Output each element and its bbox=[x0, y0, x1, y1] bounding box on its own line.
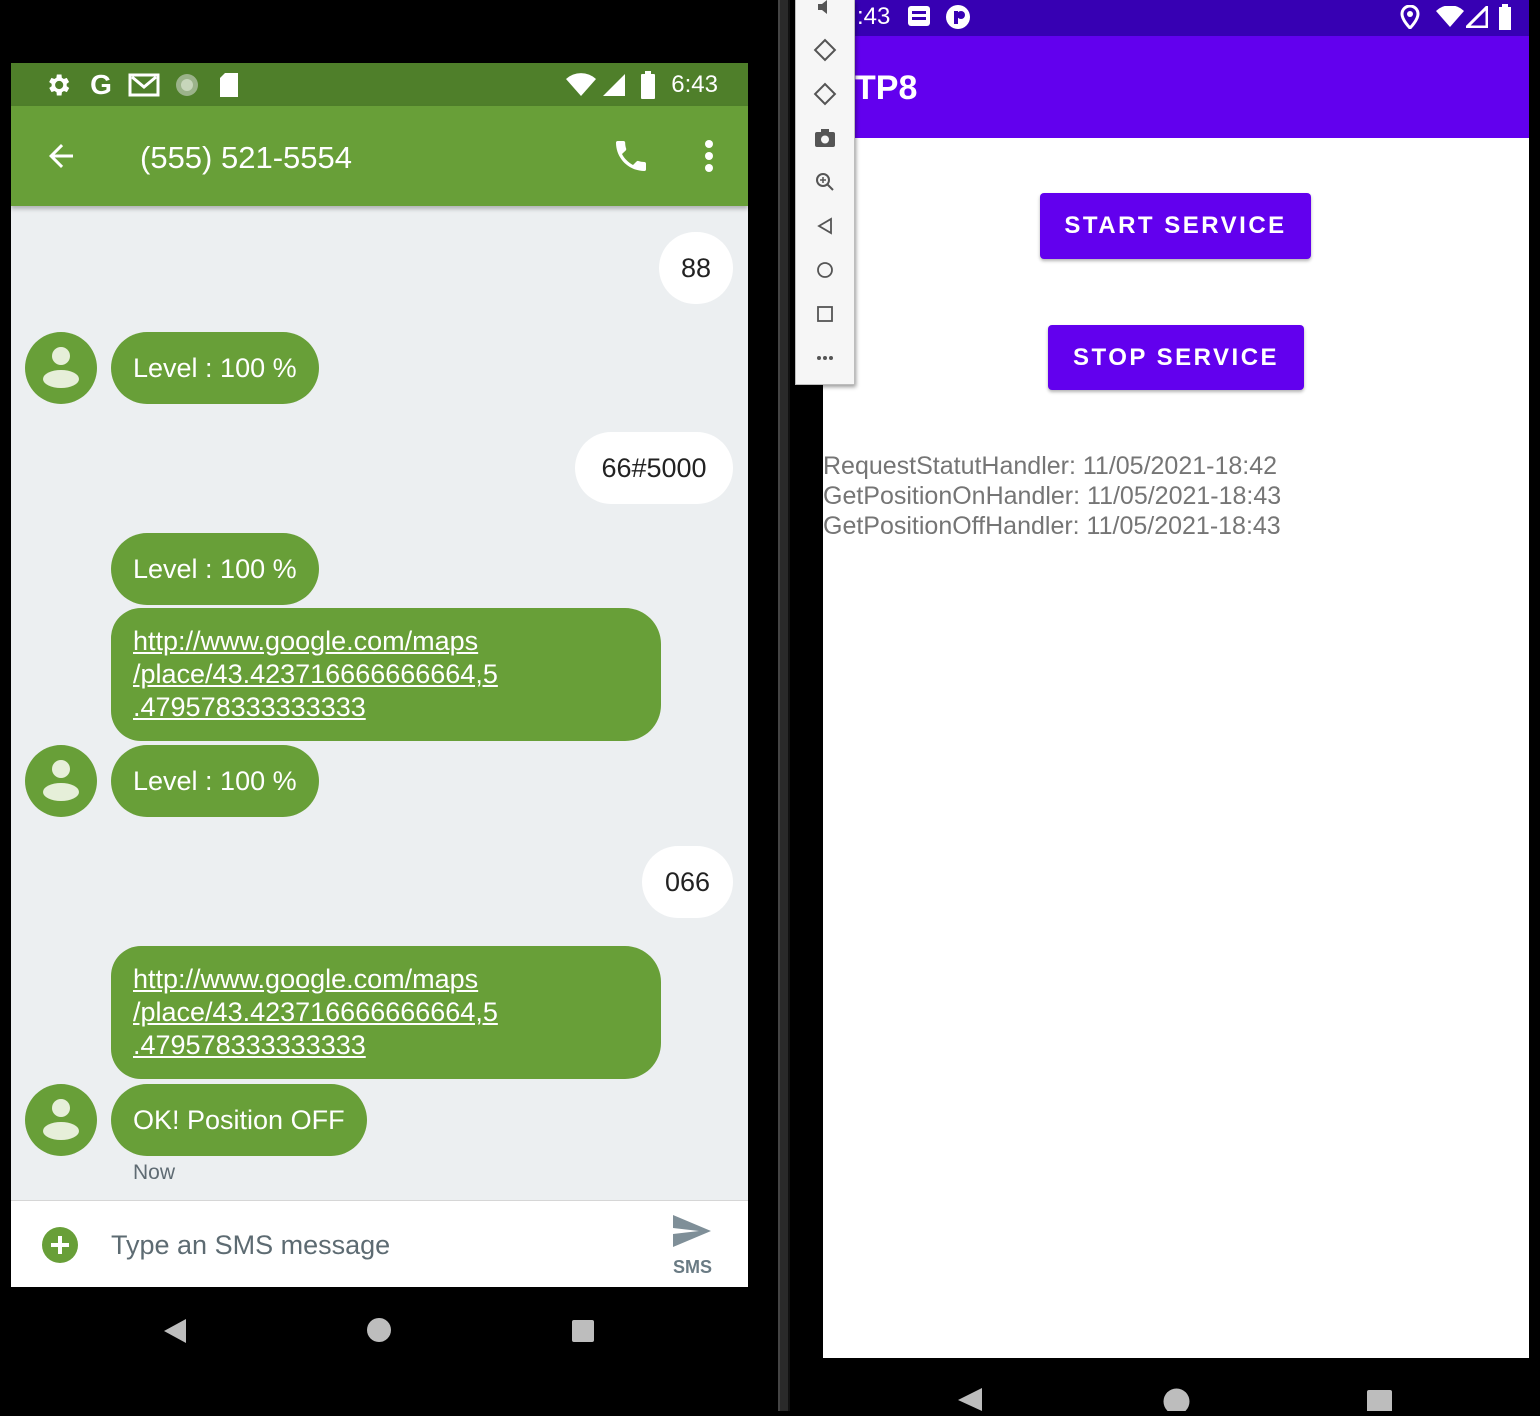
location-icon bbox=[1400, 4, 1422, 31]
sd-card-icon bbox=[213, 63, 245, 106]
more-icon[interactable] bbox=[806, 339, 844, 377]
contact-title: (555) 521-5554 bbox=[140, 140, 352, 175]
map-link[interactable]: http://www.google.com/maps /place/43.423… bbox=[133, 963, 639, 1062]
nav-home-icon[interactable] bbox=[366, 1317, 392, 1343]
message-timestamp: Now bbox=[133, 1161, 176, 1184]
compose-bar: SMS bbox=[11, 1200, 748, 1287]
conversation-app-bar: (555) 521-5554 bbox=[11, 106, 748, 206]
handler-log: RequestStatutHandler: 11/05/2021-18:42 G… bbox=[823, 451, 1281, 541]
received-message-bubble[interactable]: OK! Position OFF bbox=[111, 1084, 367, 1156]
start-service-button[interactable]: START SERVICE bbox=[1040, 193, 1311, 259]
rotate-left-icon[interactable] bbox=[806, 31, 844, 69]
settings-icon bbox=[41, 63, 75, 106]
log-line: GetPositionOffHandler: 11/05/2021-18:43 bbox=[823, 512, 1281, 540]
rotate-right-icon[interactable] bbox=[806, 75, 844, 113]
status-time: :43 bbox=[857, 3, 891, 30]
battery-icon bbox=[637, 63, 659, 106]
send-icon[interactable] bbox=[671, 1213, 715, 1249]
send-sms-label[interactable]: SMS bbox=[673, 1257, 712, 1278]
contact-avatar[interactable] bbox=[25, 1084, 97, 1156]
log-line: GetPositionOnHandler: 11/05/2021-18:43 bbox=[823, 482, 1282, 510]
zoom-icon[interactable] bbox=[806, 163, 844, 201]
message-list[interactable]: 88 Level : 100 % 66#5000 Level : 100 % h… bbox=[11, 206, 748, 1200]
received-link-bubble[interactable]: http://www.google.com/maps /place/43.423… bbox=[111, 946, 661, 1079]
nav-overview-icon[interactable] bbox=[571, 1319, 595, 1343]
sms-message-input[interactable] bbox=[111, 1223, 651, 1267]
home-icon[interactable] bbox=[806, 251, 844, 289]
wifi-icon bbox=[563, 63, 599, 106]
google-icon: G bbox=[90, 68, 112, 100]
sync-icon bbox=[171, 63, 203, 106]
right-navigation-bar bbox=[823, 1358, 1529, 1415]
battery-icon bbox=[1498, 4, 1514, 32]
sent-message-bubble[interactable]: 066 bbox=[642, 846, 733, 918]
signal-icon bbox=[601, 63, 627, 106]
received-message-bubble[interactable]: Level : 100 % bbox=[111, 533, 319, 605]
app-content: START SERVICE STOP SERVICE RequestStatut… bbox=[823, 138, 1529, 1358]
nav-back-icon[interactable] bbox=[162, 1317, 190, 1345]
gmail-icon bbox=[126, 63, 162, 106]
overview-icon[interactable] bbox=[806, 295, 844, 333]
volume-icon[interactable] bbox=[806, 0, 844, 26]
emulator-toolbar bbox=[795, 0, 855, 385]
device-bezel bbox=[778, 0, 790, 1411]
wifi-icon bbox=[1435, 5, 1465, 30]
nav-back-icon[interactable] bbox=[956, 1388, 984, 1411]
back-arrow-icon[interactable] bbox=[43, 138, 83, 174]
contact-avatar[interactable] bbox=[25, 745, 97, 817]
status-time: 6:43 bbox=[671, 71, 718, 98]
camera-icon[interactable] bbox=[806, 119, 844, 157]
left-navigation-bar bbox=[0, 1287, 770, 1411]
nav-overview-icon[interactable] bbox=[1366, 1389, 1393, 1415]
contact-avatar[interactable] bbox=[25, 332, 97, 404]
back-icon[interactable] bbox=[806, 207, 844, 245]
nav-home-icon[interactable] bbox=[1163, 1388, 1190, 1415]
received-message-bubble[interactable]: Level : 100 % bbox=[111, 332, 319, 404]
received-link-bubble[interactable]: http://www.google.com/maps /place/43.423… bbox=[111, 608, 661, 741]
stop-service-button[interactable]: STOP SERVICE bbox=[1048, 325, 1304, 390]
sent-message-bubble[interactable]: 88 bbox=[659, 232, 733, 304]
app-notification-icon bbox=[945, 4, 973, 32]
left-status-bar: G 6:43 bbox=[11, 63, 748, 106]
signal-icon bbox=[1463, 3, 1490, 30]
sent-message-bubble[interactable]: 66#5000 bbox=[575, 432, 733, 504]
notification-icon bbox=[907, 5, 933, 29]
more-vert-icon[interactable] bbox=[695, 136, 723, 176]
received-message-bubble[interactable]: Level : 100 % bbox=[111, 745, 319, 817]
add-attachment-icon[interactable] bbox=[42, 1227, 78, 1263]
log-line: RequestStatutHandler: 11/05/2021-18:42 bbox=[823, 452, 1278, 480]
app-title: TP8 bbox=[855, 69, 918, 107]
map-link[interactable]: http://www.google.com/maps /place/43.423… bbox=[133, 625, 639, 724]
phone-icon[interactable] bbox=[611, 136, 651, 176]
right-status-bar: :43 bbox=[823, 0, 1529, 36]
app-toolbar: TP8 bbox=[823, 36, 1529, 138]
